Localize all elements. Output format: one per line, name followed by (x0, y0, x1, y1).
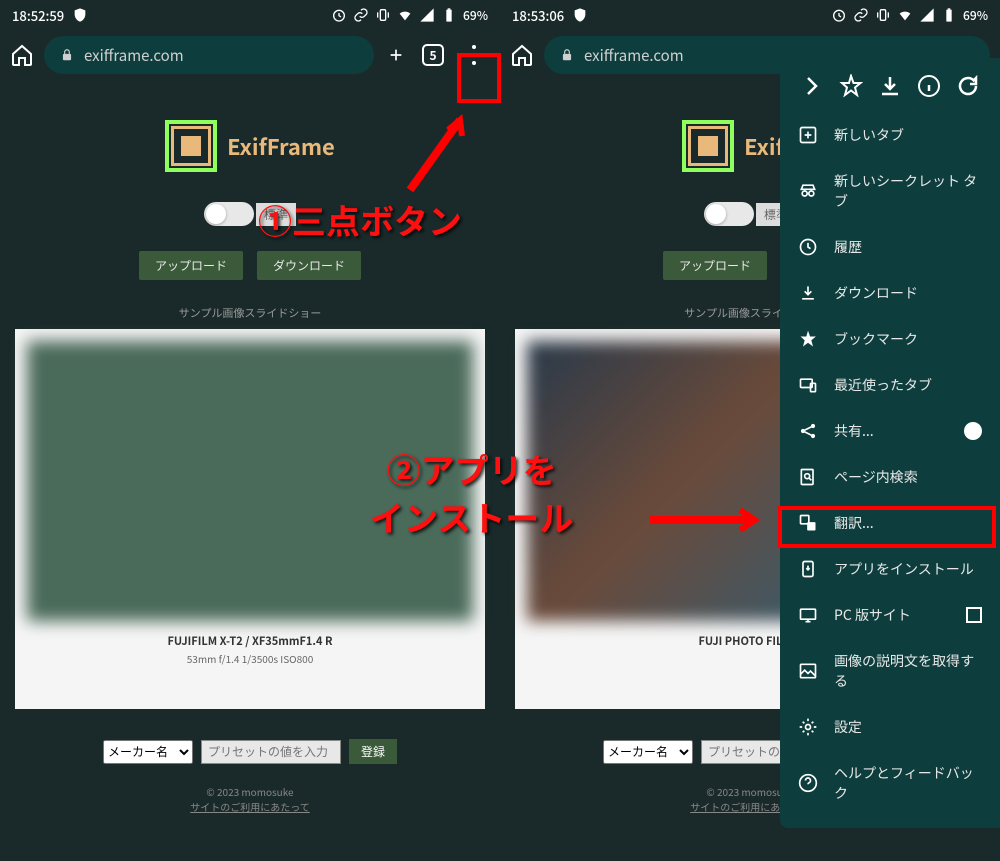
upload-button[interactable]: アップロード (663, 251, 767, 280)
search-page-icon (798, 467, 818, 487)
photo-meta-camera: FUJIFILM X-T2 / XF35mmF1.4 R (27, 633, 473, 649)
signal-icon (419, 7, 435, 23)
shield-icon (572, 7, 588, 23)
menu-desktop-site[interactable]: PC 版サイト (780, 592, 1000, 638)
sample-photo-image (27, 341, 473, 621)
preset-row: メーカー名 登録 (103, 739, 397, 764)
alarm-icon (831, 7, 847, 23)
three-dot-menu-button[interactable] (462, 43, 486, 67)
menu-image-desc[interactable]: 画像の説明文を取得する (780, 638, 1000, 704)
status-bar: 18:52:59 69% (0, 0, 500, 30)
wifi-icon (897, 7, 913, 23)
menu-history[interactable]: 履歴 (780, 224, 1000, 270)
clock-time: 18:53:06 (512, 6, 564, 25)
menu-install-app[interactable]: アプリをインストール (780, 546, 1000, 592)
menu-downloads[interactable]: ダウンロード (780, 270, 1000, 316)
preset-input[interactable] (201, 740, 341, 764)
plus-box-icon (798, 125, 818, 145)
menu-settings[interactable]: 設定 (780, 704, 1000, 750)
battery-percent: 69% (963, 7, 988, 24)
checkbox-icon[interactable] (966, 607, 982, 623)
link-icon (353, 7, 369, 23)
devices-icon (798, 375, 818, 395)
shield-icon (72, 7, 88, 23)
home-icon[interactable] (510, 43, 534, 67)
menu-bookmarks[interactable]: ブックマーク (780, 316, 1000, 362)
register-button[interactable]: 登録 (349, 739, 397, 764)
download-arrow-icon (798, 283, 818, 303)
toggle-row: 標準 (204, 202, 296, 226)
status-bar: 18:53:06 69% (500, 0, 1000, 30)
vibrate-icon (375, 7, 391, 23)
download-icon[interactable] (878, 74, 902, 98)
menu-new-tab[interactable]: 新しいタブ (780, 112, 1000, 158)
clock-time: 18:52:59 (12, 6, 64, 25)
maker-select[interactable]: メーカー名 (603, 740, 693, 764)
toggle-switch[interactable] (704, 202, 754, 226)
vibrate-icon (875, 7, 891, 23)
share-badge-icon (964, 422, 982, 440)
star-icon[interactable] (839, 74, 863, 98)
star-fill-icon (798, 329, 818, 349)
url-bar: exifframe.com 5 (0, 30, 500, 80)
sample-photo-frame: FUJIFILM X-T2 / XF35mmF1.4 R 53mm f/1.4 … (15, 329, 485, 709)
upload-button[interactable]: アップロード (139, 251, 243, 280)
url-text: exifframe.com (84, 45, 184, 66)
menu-translate[interactable]: 翻訳... (780, 500, 1000, 546)
menu-help[interactable]: ヘルプとフィードバック (780, 750, 1000, 816)
menu-find[interactable]: ページ内検索 (780, 454, 1000, 500)
maker-select[interactable]: メーカー名 (103, 740, 193, 764)
alarm-icon (331, 7, 347, 23)
forward-icon[interactable] (800, 74, 824, 98)
menu-incognito[interactable]: 新しいシークレット タブ (780, 158, 1000, 224)
photo-meta-settings: 53mm f/1.4 1/3500s ISO800 (27, 651, 473, 666)
signal-icon (919, 7, 935, 23)
install-icon (798, 559, 818, 579)
slideshow-label: サンプル画像スライドショー (179, 305, 322, 321)
app-logo-icon (688, 126, 728, 166)
menu-recent-tabs[interactable]: 最近使ったタブ (780, 362, 1000, 408)
desktop-icon (798, 605, 818, 625)
right-screenshot: 18:53:06 69% exifframe.com 新しいタブ (500, 0, 1000, 861)
lock-icon (60, 48, 74, 62)
toggle-label: 標準 (256, 203, 296, 226)
left-screenshot: 18:52:59 69% exifframe.com 5 (0, 0, 500, 861)
app-name: ExifFrame (227, 130, 335, 162)
history-icon (798, 237, 818, 257)
menu-share[interactable]: 共有... (780, 408, 1000, 454)
wifi-icon (397, 7, 413, 23)
gear-icon (798, 717, 818, 737)
url-field[interactable]: exifframe.com (44, 36, 374, 74)
url-text: exifframe.com (584, 45, 684, 66)
share-icon (798, 421, 818, 441)
app-logo-icon (171, 126, 211, 166)
image-icon (798, 661, 818, 681)
page-content: ExifFrame 標準 アップロード ダウンロード サンプル画像スライドショー… (0, 80, 500, 814)
new-tab-plus-icon[interactable] (388, 47, 404, 63)
footer-link[interactable]: サイトのご利用にあたって (190, 799, 310, 814)
refresh-icon[interactable] (956, 74, 980, 98)
tab-switcher[interactable]: 5 (422, 44, 444, 66)
footer: © 2023 momosuke サイトのご利用にあたって (190, 784, 310, 814)
info-icon[interactable] (917, 74, 941, 98)
incognito-icon (798, 181, 818, 201)
toggle-switch[interactable] (204, 202, 254, 226)
download-button[interactable]: ダウンロード (257, 251, 361, 280)
battery-icon (441, 7, 457, 23)
translate-icon (798, 513, 818, 533)
browser-menu-panel: 新しいタブ 新しいシークレット タブ 履歴 ダウンロード ブックマーク 最近使っ… (780, 58, 1000, 828)
battery-icon (941, 7, 957, 23)
home-icon[interactable] (10, 43, 34, 67)
link-icon (853, 7, 869, 23)
battery-percent: 69% (463, 7, 488, 24)
help-icon (798, 773, 818, 793)
lock-icon (560, 48, 574, 62)
